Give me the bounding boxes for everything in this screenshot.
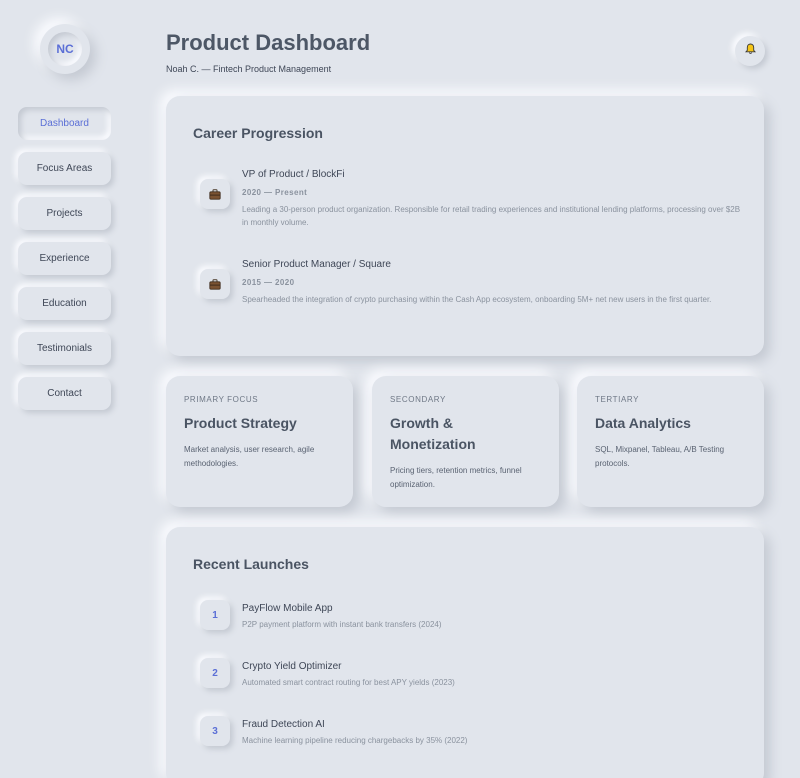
launches-title: Recent Launches — [193, 556, 309, 572]
bell-icon — [744, 42, 756, 60]
launch-number: 1 — [200, 600, 230, 630]
launch-number: 3 — [200, 716, 230, 746]
focus-label: PRIMARY FOCUS — [184, 395, 259, 404]
job-dates: 2015 — 2020 — [242, 278, 295, 287]
focus-title: Data Analytics — [595, 415, 691, 431]
job-title: Senior Product Manager / Square — [242, 259, 391, 270]
focus-description: SQL, Mixpanel, Tableau, A/B Testing prot… — [595, 445, 725, 468]
launch-title: Fraud Detection AI — [242, 719, 325, 730]
focus-description: Pricing tiers, retention metrics, funnel… — [390, 466, 522, 489]
briefcase-icon — [200, 179, 230, 209]
job-description: Spearheaded the integration of crypto pu… — [242, 295, 712, 304]
job-description: Leading a 30-person product organization… — [242, 205, 741, 227]
notifications-button[interactable] — [735, 36, 765, 66]
launch-title: PayFlow Mobile App — [242, 603, 333, 614]
sidebar-item-experience[interactable]: Experience — [18, 242, 111, 275]
sidebar-item-testimonials[interactable]: Testimonials — [18, 332, 111, 365]
sidebar-nav: Dashboard Focus Areas Projects Experienc… — [18, 107, 111, 422]
launch-description: Machine learning pipeline reducing charg… — [242, 736, 468, 745]
career-title: Career Progression — [193, 125, 323, 141]
sidebar-item-dashboard[interactable]: Dashboard — [18, 107, 111, 140]
job-dates: 2020 — Present — [242, 188, 308, 197]
job-title: VP of Product / BlockFi — [242, 169, 345, 180]
recent-launches-card: Recent Launches 1 PayFlow Mobile App P2P… — [166, 527, 764, 778]
launch-description: P2P payment platform with instant bank t… — [242, 620, 442, 629]
focus-label: SECONDARY — [390, 395, 446, 404]
sidebar-item-focus-areas[interactable]: Focus Areas — [18, 152, 111, 185]
launch-description: Automated smart contract routing for bes… — [242, 678, 455, 687]
launch-number: 2 — [200, 658, 230, 688]
focus-card-primary[interactable]: PRIMARY FOCUS Product Strategy Market an… — [166, 376, 353, 507]
briefcase-icon — [200, 269, 230, 299]
avatar[interactable]: NC — [40, 24, 90, 74]
focus-card-tertiary[interactable]: TERTIARY Data Analytics SQL, Mixpanel, T… — [577, 376, 764, 507]
focus-title: Product Strategy — [184, 415, 297, 431]
sidebar-item-projects[interactable]: Projects — [18, 197, 111, 230]
page-subtitle: Noah C. — Fintech Product Management — [166, 64, 332, 74]
sidebar-item-education[interactable]: Education — [18, 287, 111, 320]
focus-label: TERTIARY — [595, 395, 640, 404]
sidebar-item-contact[interactable]: Contact — [18, 377, 111, 410]
avatar-initials: NC — [48, 32, 82, 66]
focus-card-secondary[interactable]: SECONDARY Growth & Monetization Pricing … — [372, 376, 559, 507]
page-title: Product Dashboard — [166, 30, 371, 55]
career-progression-card: Career Progression VP of Product / Block… — [166, 96, 764, 356]
focus-description: Market analysis, user research, agile me… — [184, 445, 315, 468]
focus-title: Growth & Monetization — [390, 415, 476, 452]
launch-title: Crypto Yield Optimizer — [242, 661, 342, 672]
